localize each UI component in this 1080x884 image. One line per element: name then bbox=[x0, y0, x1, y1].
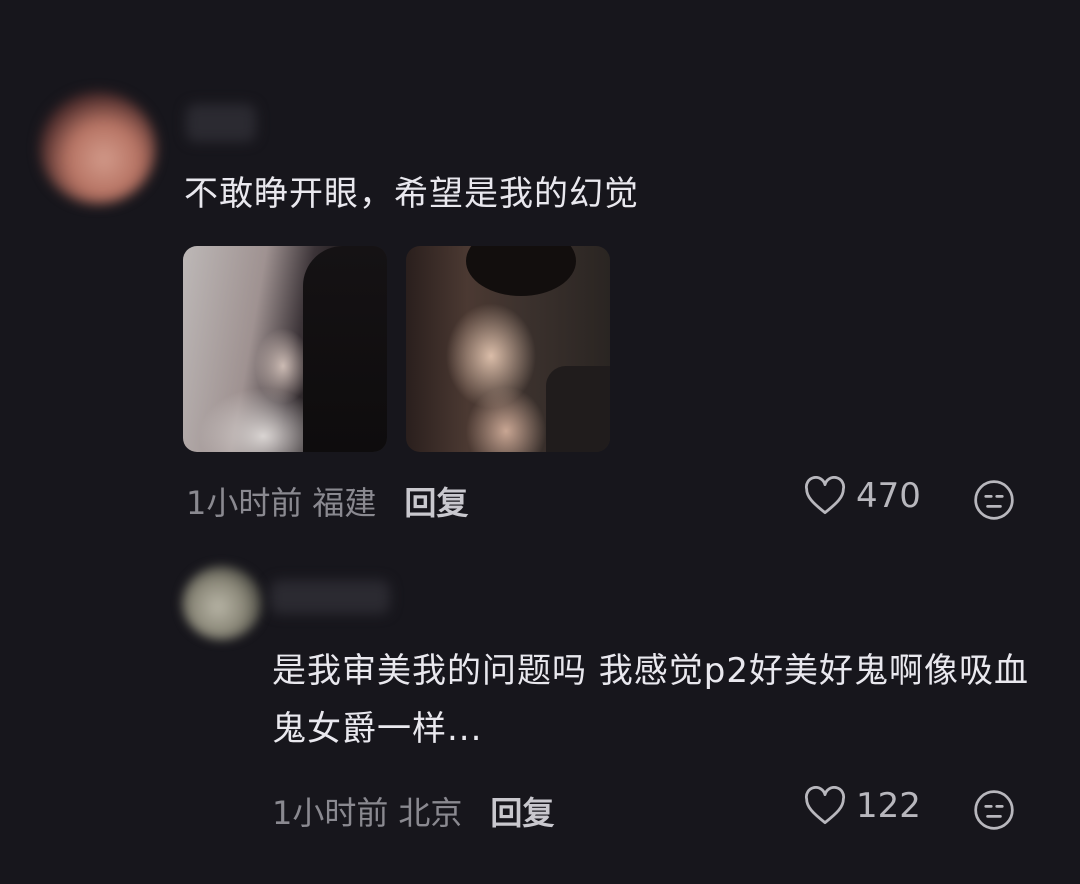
comment-item: 不敢睁开眼，希望是我的幻觉 1小时前 福建 回复 470 bbox=[0, 0, 1080, 540]
reply-button[interactable]: 回复 bbox=[490, 788, 554, 834]
comment-time: 1小时前 bbox=[272, 794, 389, 832]
comment-time: 1小时前 bbox=[186, 484, 303, 522]
comment-meta: 1小时前 福建 回复 bbox=[186, 478, 468, 524]
heart-icon bbox=[804, 786, 846, 825]
like-button[interactable]: 122 bbox=[804, 786, 921, 826]
like-count: 470 bbox=[856, 476, 921, 516]
heart-icon bbox=[804, 476, 846, 515]
comment-text: 是我审美我的问题吗 我感觉p2好美好鬼啊像吸血鬼女爵一样... bbox=[272, 651, 1030, 749]
like-count: 122 bbox=[856, 786, 921, 826]
avatar[interactable] bbox=[40, 92, 156, 204]
comment-image-2[interactable] bbox=[406, 246, 610, 452]
comment-location: 福建 bbox=[312, 484, 377, 522]
like-button[interactable]: 470 bbox=[804, 476, 921, 516]
emoji-reaction-button[interactable] bbox=[972, 478, 1016, 522]
comment-location: 北京 bbox=[398, 794, 463, 832]
emoji-icon bbox=[974, 790, 1014, 830]
emoji-reaction-button[interactable] bbox=[972, 788, 1016, 832]
comment-list: 不敢睁开眼，希望是我的幻觉 1小时前 福建 回复 470 是我审美我的问题吗 我… bbox=[0, 0, 1080, 884]
emoji-icon bbox=[974, 480, 1014, 520]
avatar[interactable] bbox=[182, 566, 262, 640]
username-blurred[interactable] bbox=[270, 580, 390, 614]
comment-meta: 1小时前 北京 回复 bbox=[272, 788, 554, 834]
username-blurred[interactable] bbox=[186, 104, 256, 142]
comment-text: 不敢睁开眼，希望是我的幻觉 bbox=[184, 174, 639, 214]
comment-image-1[interactable] bbox=[183, 246, 387, 452]
reply-item: 是我审美我的问题吗 我感觉p2好美好鬼啊像吸血鬼女爵一样... 1小时前 北京 … bbox=[0, 540, 1080, 884]
reply-button[interactable]: 回复 bbox=[404, 478, 468, 524]
